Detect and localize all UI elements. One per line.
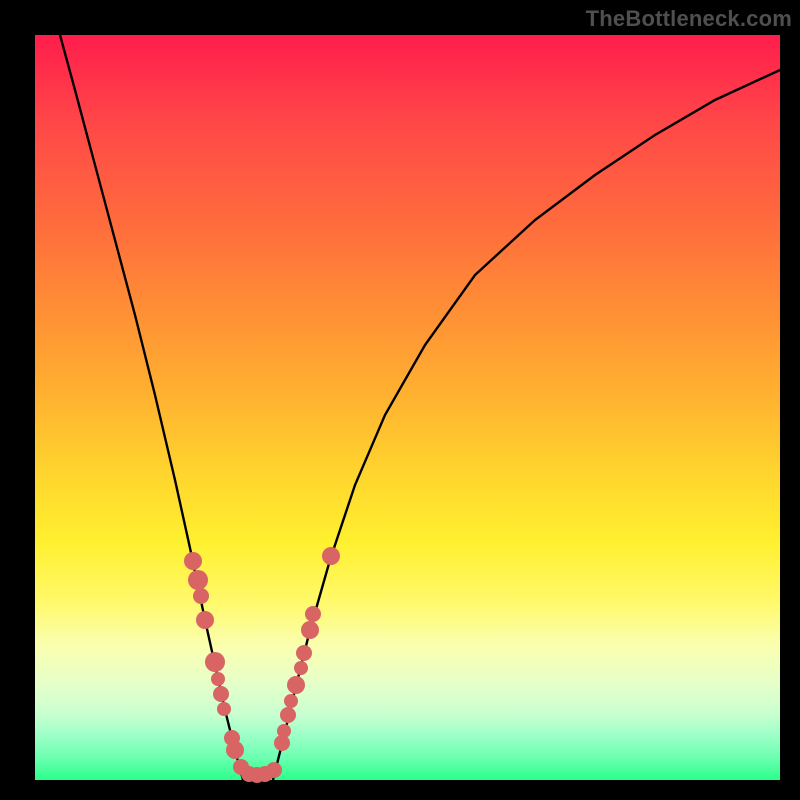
highlight-dot [217,702,231,716]
highlight-dots [184,547,340,783]
highlight-dot [213,686,229,702]
highlight-dot [193,588,209,604]
branding-watermark: TheBottleneck.com [586,6,792,32]
highlight-dot [294,661,308,675]
highlight-dot [296,645,312,661]
bottleneck-curve-svg [35,35,780,780]
highlight-dot [301,621,319,639]
curve-right-branch [273,70,780,780]
highlight-dot [284,694,298,708]
highlight-dot [305,606,321,622]
highlight-dot [196,611,214,629]
highlight-dot [184,552,202,570]
highlight-dot [211,672,225,686]
highlight-dot [205,652,225,672]
highlight-dot [287,676,305,694]
highlight-dot [322,547,340,565]
chart-frame: TheBottleneck.com [0,0,800,800]
highlight-dot [188,570,208,590]
highlight-dot [226,741,244,759]
highlight-dot [277,724,291,738]
highlight-dot [266,762,282,778]
highlight-dot [280,707,296,723]
curve-layer [60,35,780,780]
